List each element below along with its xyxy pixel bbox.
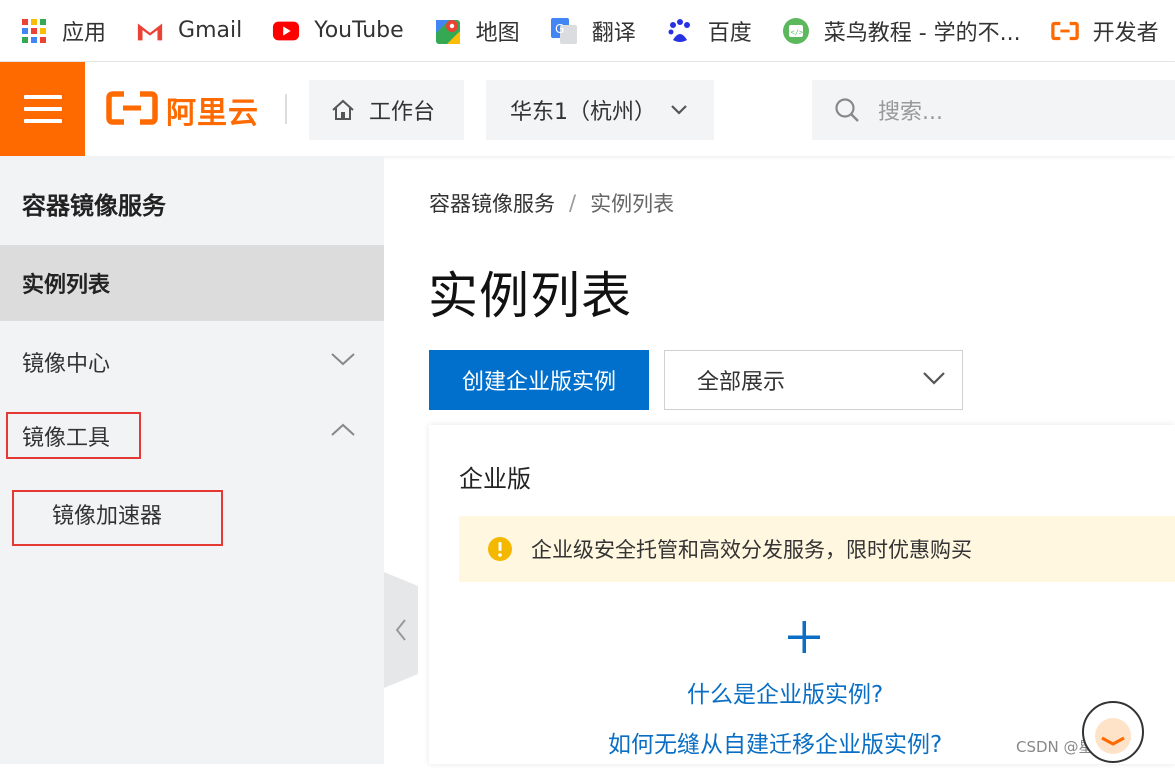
enterprise-card: 企业版 企业级安全托管和高效分发服务，限时优惠购买 什么是企业版实例? 如何无缝… — [429, 425, 1175, 764]
breadcrumb-item-service[interactable]: 容器镜像服务 — [429, 188, 555, 218]
breadcrumb-item-current: 实例列表 — [590, 192, 675, 216]
sidebar-item-instance-list[interactable]: 实例列表 — [0, 245, 384, 321]
bookmark-label: 翻译 — [591, 20, 636, 46]
promo-notice: 企业级安全托管和高效分发服务，限时优惠购买 — [459, 516, 1175, 582]
bookmark-translate[interactable]: G 翻译 — [550, 15, 636, 47]
sidebar-title: 容器镜像服务 — [22, 192, 166, 220]
what-is-enterprise-link[interactable]: 什么是企业版实例? — [687, 675, 883, 709]
card-title: 企业版 — [459, 465, 531, 493]
chevron-down-icon — [922, 370, 946, 386]
menu-line — [23, 95, 62, 99]
runoob-icon: </> — [782, 17, 810, 45]
aliyun-logo-icon — [106, 91, 158, 129]
filter-select[interactable]: 全部展示 — [664, 350, 963, 410]
chevron-down-icon — [670, 104, 688, 116]
sidebar: 容器镜像服务 实例列表 镜像中心 镜像工具 镜像加速器 — [0, 156, 384, 764]
menu-line — [23, 119, 62, 123]
menu-line — [23, 107, 62, 111]
highlight-box-image-tools — [6, 412, 141, 459]
bookmark-label: Gmail — [178, 18, 243, 43]
bookmark-gmail[interactable]: Gmail — [136, 17, 242, 45]
bookmark-runoob[interactable]: </> 菜鸟教程 - 学的不... — [782, 15, 1021, 47]
sidebar-item-label: 实例列表 — [22, 273, 111, 298]
translate-icon: G — [550, 17, 578, 45]
search-placeholder: 搜索... — [878, 100, 943, 125]
breadcrumb-separator: / — [569, 191, 577, 215]
bookmark-label: 应用 — [62, 20, 107, 46]
migrate-enterprise-link[interactable]: 如何无缝从自建迁移企业版实例? — [608, 725, 942, 759]
bookmark-label: 百度 — [707, 20, 752, 46]
header-divider — [285, 94, 287, 124]
aliyun-dev-icon — [1050, 17, 1079, 45]
warning-icon — [487, 536, 513, 562]
page-title: 实例列表 — [428, 267, 632, 325]
create-enterprise-instance-button[interactable]: 创建企业版实例 — [429, 350, 649, 410]
region-label: 华东1（杭州） — [510, 100, 656, 125]
plus-icon[interactable] — [786, 619, 822, 655]
hamburger-menu-button[interactable] — [0, 62, 85, 156]
maps-icon — [434, 17, 462, 45]
gmail-icon — [136, 17, 164, 45]
bookmark-aliyun-dev[interactable]: 开发者 — [1050, 15, 1159, 47]
sidebar-item-image-center[interactable]: 镜像中心 — [0, 324, 384, 400]
sidebar-item-label: 镜像中心 — [22, 352, 111, 377]
baidu-icon — [666, 17, 694, 45]
chevron-down-icon — [330, 351, 356, 367]
bookmark-label: 菜鸟教程 - 学的不... — [823, 20, 1021, 46]
bookmark-label: YouTube — [314, 18, 404, 43]
notice-text: 企业级安全托管和高效分发服务，限时优惠购买 — [531, 538, 972, 562]
highlight-box-image-accelerator — [12, 490, 223, 546]
assistant-avatar-icon[interactable] — [1068, 690, 1158, 764]
svg-text:</>: </> — [790, 28, 803, 36]
search-input[interactable]: 搜索... — [812, 80, 1175, 140]
home-icon — [331, 99, 355, 121]
bookmark-apps[interactable]: 应用 — [20, 15, 106, 47]
console-header: 阿里云 工作台 华东1（杭州） 搜索... — [0, 62, 1175, 156]
sidebar-collapse-handle[interactable] — [384, 572, 418, 688]
workbench-button[interactable]: 工作台 — [309, 80, 464, 140]
breadcrumb: 容器镜像服务 / 实例列表 — [429, 188, 674, 218]
filter-select-value: 全部展示 — [697, 370, 786, 395]
svg-text:G: G — [555, 22, 564, 36]
search-icon — [834, 97, 860, 123]
youtube-icon — [272, 17, 300, 45]
region-selector[interactable]: 华东1（杭州） — [486, 80, 714, 140]
bookmark-maps[interactable]: 地图 — [434, 15, 520, 47]
logo-text: 阿里云 — [166, 96, 259, 131]
bookmark-baidu[interactable]: 百度 — [666, 15, 752, 47]
chevron-up-icon — [330, 422, 356, 438]
workbench-label: 工作台 — [369, 100, 436, 125]
bookmark-label: 地图 — [475, 20, 520, 46]
bookmarks-bar: 应用 Gmail YouTube 地图 G 翻译 百度 </> 菜鸟教程 - 学… — [0, 0, 1175, 62]
apps-grid-icon — [20, 17, 48, 45]
bookmark-youtube[interactable]: YouTube — [272, 17, 404, 45]
aliyun-logo[interactable]: 阿里云 — [106, 91, 259, 131]
bookmark-label: 开发者 — [1092, 20, 1159, 46]
